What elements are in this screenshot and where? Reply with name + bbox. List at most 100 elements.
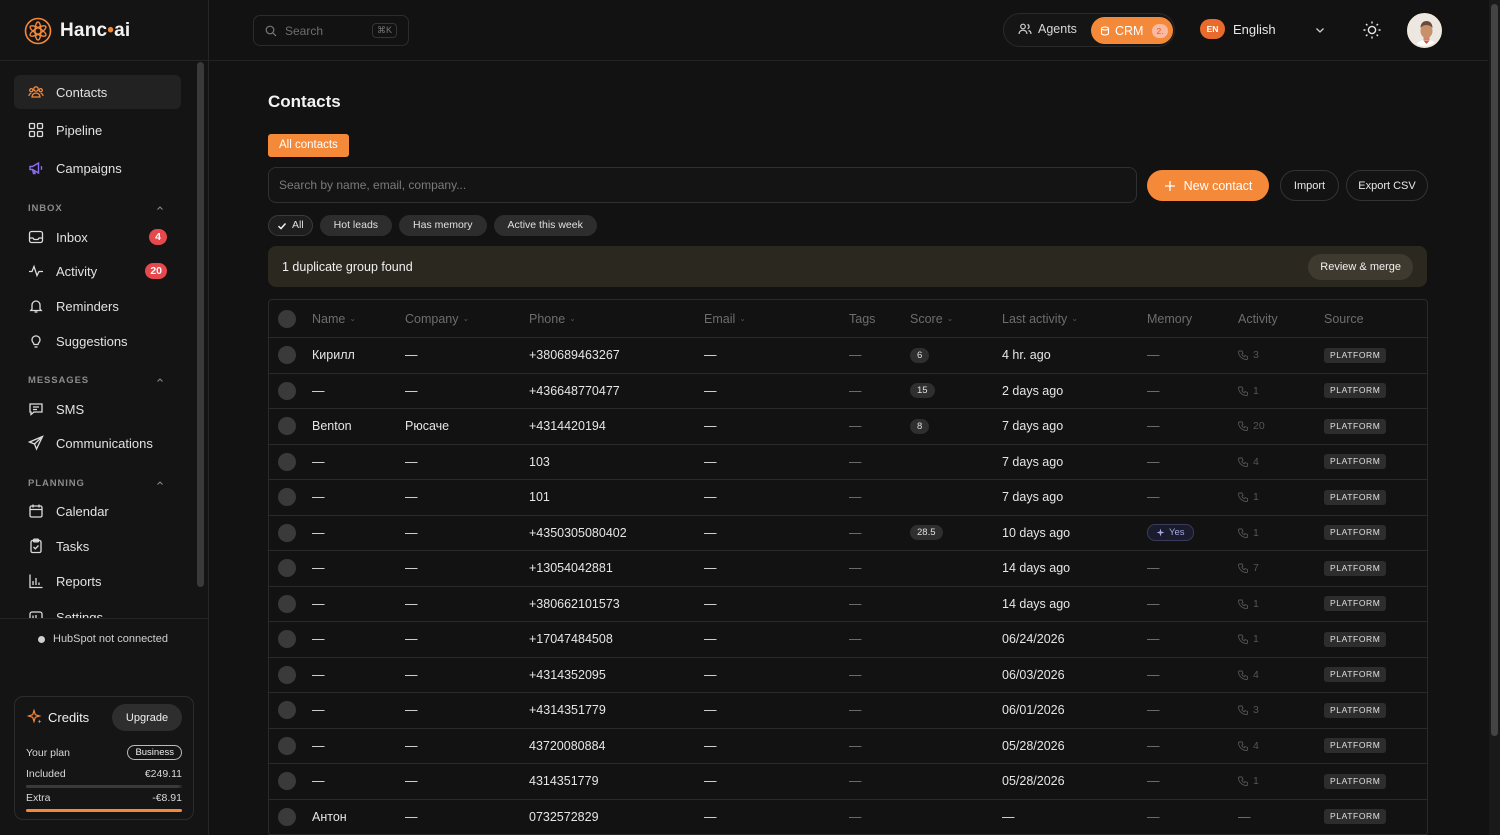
sidebar-item-settings[interactable]: Settings <box>14 600 181 618</box>
page-scrollbar[interactable] <box>1489 0 1500 835</box>
import-button[interactable]: Import <box>1280 170 1339 201</box>
row-checkbox[interactable] <box>278 622 296 657</box>
user-avatar[interactable] <box>1407 13 1442 48</box>
cell-source: PLATFORM <box>1324 729 1387 764</box>
upgrade-button[interactable]: Upgrade <box>112 704 182 731</box>
table-row[interactable]: Benton Рюсаче +4314420194 — — 8 7 days ago — 20 P… <box>269 409 1427 445</box>
row-checkbox[interactable] <box>278 409 296 444</box>
sidebar-item-sms[interactable]: SMS <box>14 392 181 426</box>
cell-last-activity: 4 hr. ago <box>1002 348 1051 363</box>
review-merge-button[interactable]: Review & merge <box>1308 254 1413 280</box>
chevron-down-icon[interactable] <box>1314 24 1326 36</box>
global-search[interactable]: Search ⌘K <box>253 15 409 46</box>
row-checkbox[interactable] <box>278 338 296 373</box>
row-checkbox[interactable] <box>278 800 296 835</box>
row-checkbox[interactable] <box>278 445 296 480</box>
chevron-up-icon[interactable] <box>156 376 164 384</box>
table-row[interactable]: — — +380662101573 — — 14 days ago — 1 PLATFORM <box>269 587 1427 622</box>
new-contact-button[interactable]: New contact <box>1147 170 1269 201</box>
table-row[interactable]: — — 43720080884 — — 05/28/2026 — 4 PLATFORM <box>269 729 1427 764</box>
activity-count: 7 <box>1253 562 1259 575</box>
cell-tags: — <box>849 667 862 682</box>
table-row[interactable]: — — +17047484508 — — 06/24/2026 — 1 PLATFORM <box>269 622 1427 658</box>
sidebar-item-calendar[interactable]: Calendar <box>14 494 181 528</box>
column-score[interactable]: Score ⌄ <box>910 300 953 337</box>
filter-has-memory[interactable]: Has memory <box>399 215 487 236</box>
filter-all[interactable]: All <box>268 215 313 236</box>
logo[interactable]: Hanc•ai <box>24 16 130 46</box>
product-switcher: Agents CRM 2. <box>1003 13 1175 47</box>
cell-source: PLATFORM <box>1324 658 1387 693</box>
cell-name: Антон <box>312 809 347 824</box>
table-row[interactable]: Кирилл — +380689463267 — — 6 4 hr. ago — 3 PLATFO… <box>269 338 1427 374</box>
sidebar-item-activity[interactable]: Activity 20 <box>14 254 181 288</box>
column-phone[interactable]: Phone ⌄ <box>529 300 576 337</box>
sidebar-item-communications[interactable]: Communications <box>14 426 181 460</box>
column-name[interactable]: Name ⌄ <box>312 300 356 337</box>
sidebar-item-pipeline[interactable]: Pipeline <box>14 113 181 147</box>
chevron-up-icon[interactable] <box>156 204 164 212</box>
sun-icon[interactable] <box>1362 20 1382 40</box>
row-checkbox[interactable] <box>278 764 296 799</box>
filter-active-this-week[interactable]: Active this week <box>493 215 597 236</box>
sidebar-item-label: Settings <box>56 609 103 619</box>
cell-tags: — <box>849 703 862 718</box>
table-row[interactable]: — — +4314352095 — — 06/03/2026 — 4 PLATFORM <box>269 658 1427 693</box>
table-row[interactable]: — — +436648770477 — — 15 2 days ago — 1 PLATFORM <box>269 374 1427 409</box>
cell-phone: +436648770477 <box>529 383 620 398</box>
activity-count: 1 <box>1253 633 1259 646</box>
page-scrollbar-thumb[interactable] <box>1491 4 1498 736</box>
cell-email: — <box>704 667 717 682</box>
sidebar-item-reports[interactable]: Reports <box>14 564 181 598</box>
table-row[interactable]: — — +4350305080402 — — 28.5 10 days ago Yes 1 PLA… <box>269 516 1427 551</box>
cell-email: — <box>704 348 717 363</box>
sidebar-scrollbar[interactable] <box>197 62 204 587</box>
table-body: Кирилл — +380689463267 — — 6 4 hr. ago — 3 PLATFO… <box>269 338 1427 835</box>
table-row[interactable]: — — +13054042881 — — 14 days ago — 7 PLATFORM <box>269 551 1427 587</box>
sidebar: Hanc•ai Contacts Pipeline Campaigns INBO… <box>0 0 209 835</box>
sidebar-item-inbox[interactable]: Inbox 4 <box>14 220 181 254</box>
row-checkbox[interactable] <box>278 516 296 551</box>
table-row[interactable]: — — +4314351779 — — 06/01/2026 — 3 PLATFORM <box>269 693 1427 729</box>
row-checkbox[interactable] <box>278 480 296 515</box>
table-row[interactable]: — — 103 — — 7 days ago — 4 PLATFORM <box>269 445 1427 480</box>
row-checkbox[interactable] <box>278 374 296 409</box>
sidebar-item-contacts[interactable]: Contacts <box>14 75 181 109</box>
row-checkbox[interactable] <box>278 693 296 728</box>
column-last-activity[interactable]: Last activity ⌄ <box>1002 300 1078 337</box>
hubspot-status[interactable]: HubSpot not connected <box>38 633 168 645</box>
export-csv-button[interactable]: Export CSV <box>1346 170 1428 201</box>
cell-company: — <box>405 454 418 469</box>
activity-count: 3 <box>1253 349 1259 362</box>
phone-icon <box>1238 492 1248 503</box>
cell-source: PLATFORM <box>1324 800 1387 835</box>
row-checkbox[interactable] <box>278 587 296 622</box>
table-row[interactable]: — — 4314351779 — — 05/28/2026 — 1 PLATFORM <box>269 764 1427 800</box>
row-checkbox[interactable] <box>278 551 296 586</box>
sidebar-item-reminders[interactable]: Reminders <box>14 289 181 323</box>
table-row[interactable]: — — 101 — — 7 days ago — 1 PLATFORM <box>269 480 1427 516</box>
select-all-checkbox[interactable] <box>278 300 296 337</box>
contacts-search-input[interactable]: Search by name, email, company... <box>268 167 1137 203</box>
column-company[interactable]: Company ⌄ <box>405 300 469 337</box>
cell-source: PLATFORM <box>1324 622 1387 657</box>
table-row[interactable]: Антон — 0732572829 — — — — — PLATFORM <box>269 800 1427 835</box>
row-checkbox[interactable] <box>278 729 296 764</box>
crm-tab[interactable]: CRM 2. <box>1091 17 1173 44</box>
language-code-badge: EN <box>1200 19 1225 39</box>
filter-hot-leads[interactable]: Hot leads <box>319 215 393 236</box>
row-checkbox[interactable] <box>278 658 296 693</box>
cell-phone: 101 <box>529 490 550 505</box>
sidebar-item-suggestions[interactable]: Suggestions <box>14 324 181 358</box>
lightbulb-icon <box>31 335 41 348</box>
chevron-up-icon[interactable] <box>156 479 164 487</box>
tab-all-contacts[interactable]: All contacts <box>268 134 349 157</box>
agents-tab[interactable]: Agents <box>1018 22 1077 36</box>
column-email[interactable]: Email ⌄ <box>704 300 746 337</box>
extra-label: Extra <box>26 792 51 804</box>
language-selector[interactable]: EN English <box>1200 19 1276 39</box>
sidebar-item-tasks[interactable]: Tasks <box>14 529 181 563</box>
sidebar-item-campaigns[interactable]: Campaigns <box>14 151 181 185</box>
cell-company: — <box>405 383 418 398</box>
cell-company: — <box>405 809 418 824</box>
